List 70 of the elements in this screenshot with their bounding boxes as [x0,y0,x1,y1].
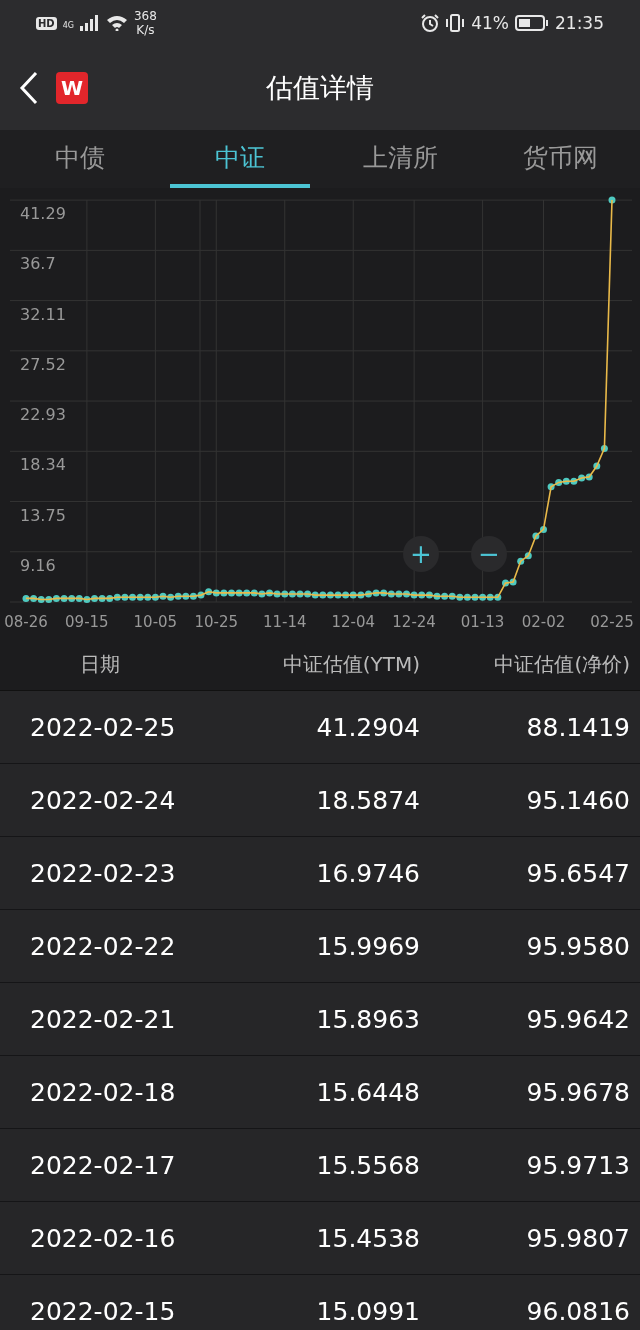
table-cell: 15.0991 [316,1296,420,1326]
table-cell: 15.4538 [316,1223,420,1253]
table-cell: 96.0816 [526,1296,630,1326]
speed-unit: K/s [136,23,155,37]
axis-label: 02-25 [590,613,634,631]
wifi-icon [105,15,128,31]
table-cell: 95.9678 [526,1077,630,1107]
table-cell: 2022-02-17 [30,1150,176,1180]
axis-label: 11-14 [262,613,307,631]
table-cell: 95.1460 [526,785,630,815]
table-cell: 16.9746 [316,858,420,888]
tab[interactable]: 货币网 [490,130,630,188]
app-logo: W [56,72,88,104]
table-cell: 2022-02-18 [30,1077,176,1107]
table-cell: 95.9642 [526,1004,630,1034]
tab[interactable]: 中债 [10,130,150,188]
table-cell: 2022-02-16 [30,1223,176,1253]
zoom-in-button[interactable]: + [403,536,439,572]
table-cell: 18.5874 [316,785,420,815]
axis-label: 12-04 [331,613,376,631]
hd-badge: HD [36,16,57,30]
table-cell: 15.6448 [316,1077,420,1107]
alarm-icon [421,14,440,32]
table-cell: 88.1419 [526,712,630,742]
axis-label: 22.93 [20,405,66,425]
axis-label: 01-13 [460,613,505,631]
table-cell: 2022-02-21 [30,1004,176,1034]
axis-label: 9.16 [20,555,56,575]
axis-label: 08-26 [4,613,48,631]
axis-label: 41.29 [20,204,66,224]
axis-label: 27.52 [20,354,66,374]
table-cell: 15.9969 [316,931,420,961]
table-cell: 2022-02-24 [30,785,176,815]
signal-icon [79,15,100,31]
column-header: 中证估值(YTM) [282,650,420,678]
vibrate-icon [445,14,466,32]
axis-label: 13.75 [20,505,66,525]
column-header: 中证估值(净价) [494,650,630,678]
axis-label: 32.11 [20,304,66,324]
data-point [600,444,608,452]
table-cell: 95.9713 [526,1150,630,1180]
table-cell: 2022-02-22 [30,931,176,961]
battery-percent: 41% [471,13,509,33]
axis-label: 36.7 [20,254,56,274]
table-cell: 95.6547 [526,858,630,888]
axis-label: 09-15 [65,613,109,631]
axis-label: 10-05 [133,613,178,631]
table-cell: 15.8963 [316,1004,420,1034]
axis-label: 18.34 [20,455,66,475]
zoom-out-button[interactable]: − [471,536,507,572]
tab[interactable]: 上清所 [330,130,470,188]
table-cell: 95.9580 [526,931,630,961]
axis-label: 10-25 [194,613,239,631]
network-label: 4G [62,21,74,30]
table-cell: 2022-02-23 [30,858,176,888]
axis-label: 12-24 [392,613,436,631]
table-cell: 2022-02-15 [30,1296,176,1326]
table-cell: 95.9807 [526,1223,630,1253]
column-header: 日期 [80,650,120,678]
clock-time: 21:35 [555,13,604,33]
axis-label: 02-02 [521,613,566,631]
table-cell: 41.2904 [316,712,420,742]
back-icon[interactable] [18,71,40,105]
battery-icon [515,14,549,32]
page-title: 估值详情 [266,71,374,105]
data-point [608,196,616,204]
speed-value: 368 [133,9,157,23]
table-cell: 2022-02-25 [30,712,176,742]
data-point [593,462,601,470]
table-cell: 15.5568 [316,1150,420,1180]
